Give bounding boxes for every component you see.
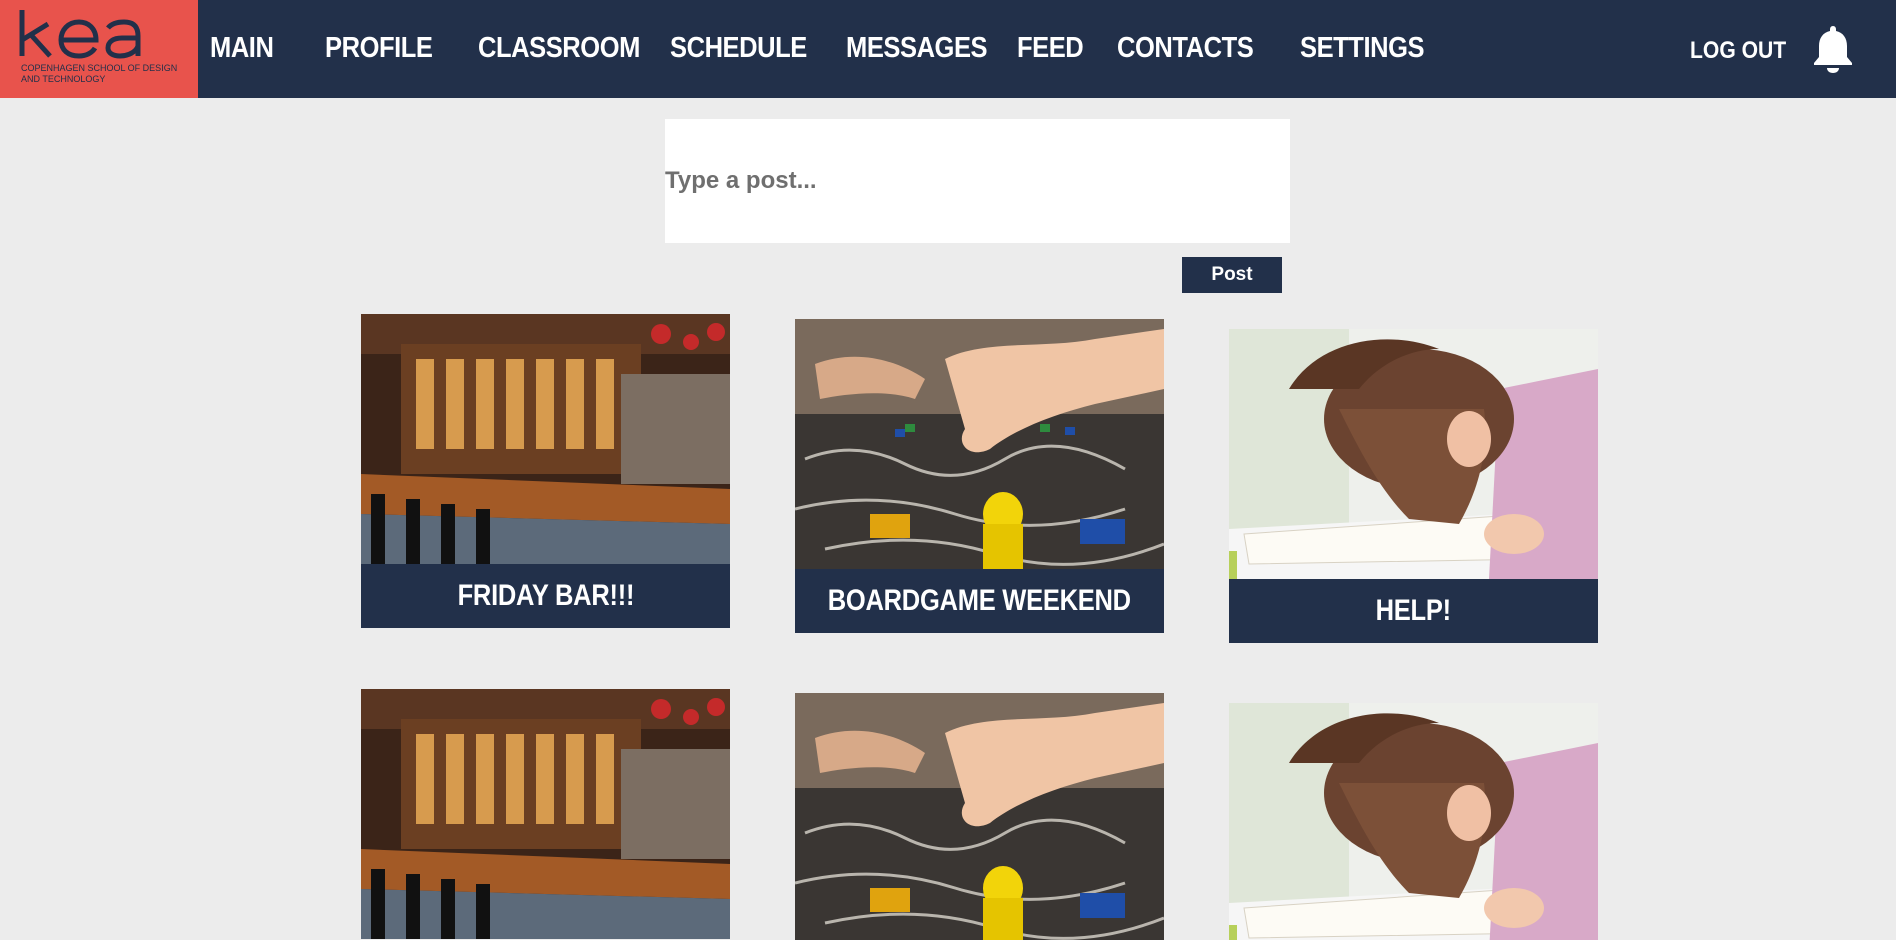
- post-input[interactable]: [665, 119, 1290, 243]
- nav-item-schedule[interactable]: SCHEDULE: [670, 30, 807, 66]
- nav-item-settings[interactable]: SETTINGS: [1300, 30, 1425, 66]
- card-caption: FRIDAY BAR!!!: [361, 564, 730, 628]
- logo-subtitle: Copenhagen School of Design and Technolo…: [21, 63, 178, 84]
- bell-icon[interactable]: [1812, 24, 1854, 74]
- bar-interior-image: [361, 314, 730, 564]
- feed-card-friday-bar-2[interactable]: [361, 688, 730, 940]
- feed-card-help[interactable]: HELP!: [1229, 329, 1598, 643]
- feed-card-boardgame-2[interactable]: [795, 693, 1164, 940]
- nav-item-main[interactable]: MAIN: [210, 30, 274, 66]
- boardgame-image: [795, 693, 1164, 940]
- card-caption: HELP!: [1229, 579, 1598, 643]
- boardgame-image: [795, 319, 1164, 569]
- tired-student-image: [1229, 329, 1598, 579]
- nav-item-contacts[interactable]: CONTACTS: [1117, 30, 1254, 66]
- feed-card-boardgame[interactable]: BOARDGAME WEEKEND: [795, 319, 1164, 643]
- top-navbar: Copenhagen School of Design and Technolo…: [0, 0, 1896, 98]
- kea-logo[interactable]: Copenhagen School of Design and Technolo…: [0, 0, 198, 98]
- tired-student-image: [1229, 703, 1598, 940]
- nav-item-classroom[interactable]: CLASSROOM: [478, 30, 640, 66]
- nav-item-profile[interactable]: PROFILE: [325, 30, 433, 66]
- post-composer: [665, 119, 1290, 243]
- card-caption: BOARDGAME WEEKEND: [795, 569, 1164, 633]
- bar-interior-image: [361, 688, 730, 940]
- logout-link[interactable]: LOG OUT: [1690, 36, 1786, 66]
- feed-card-help-2[interactable]: [1229, 703, 1598, 940]
- feed-card-friday-bar[interactable]: FRIDAY BAR!!!: [361, 314, 730, 643]
- nav-item-feed[interactable]: FEED: [1017, 30, 1084, 66]
- post-button[interactable]: Post: [1182, 257, 1282, 293]
- nav-item-messages[interactable]: MESSAGES: [846, 30, 988, 66]
